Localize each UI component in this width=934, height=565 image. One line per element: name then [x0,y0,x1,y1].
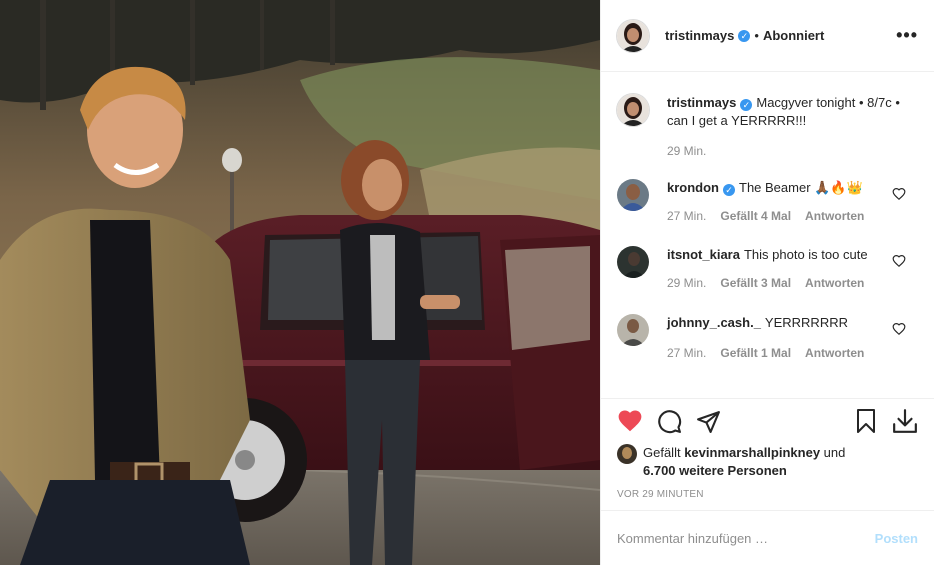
comment-content: The Beamer 🙏🏾🔥👑 [739,180,863,195]
comment-username[interactable]: itsnot_kiara [667,247,740,262]
author-username[interactable]: tristinmays [665,28,734,43]
comment-text: krondon ✓ The Beamer 🙏🏾🔥👑 [667,179,888,197]
comment-meta: 29 Min. Gefällt 3 Mal Antworten [667,276,888,290]
avatar-image [617,444,637,464]
action-icons [617,399,918,443]
likes-others-link[interactable]: 6.700 weitere Personen [643,463,787,478]
comment-likes-link[interactable]: Gefällt 1 Mal [720,346,791,360]
avatar-image [617,19,649,52]
comment-meta: 27 Min. Gefällt 4 Mal Antworten [667,209,888,223]
comment-bubble-icon[interactable] [657,409,682,434]
add-comment-bar: Posten [601,510,934,565]
liker-username[interactable]: kevinmarshallpinkney [684,445,820,460]
instagram-post-view: tristinmays ✓ • Abonniert ••• tristinmay… [0,0,934,565]
author-avatar[interactable] [617,19,649,52]
commenter-avatar[interactable] [617,314,649,346]
post-header: tristinmays ✓ • Abonniert ••• [601,0,934,72]
avatar-image [617,314,649,346]
caption-time: 29 Min. [667,144,707,158]
comment-like-heart-icon[interactable] [892,254,906,268]
avatar-image [617,94,649,126]
likes-joiner: und [823,445,846,460]
comment-input[interactable] [617,530,875,546]
caption-body: tristinmays ✓ Macgyver tonight • 8/7c • ca… [667,94,918,158]
likes-prefix: Gefällt [643,445,681,460]
comment-meta: 27 Min. Gefällt 1 Mal Antworten [667,346,888,360]
comment-like-heart-icon[interactable] [892,187,906,201]
photo-illustration [0,0,600,565]
comment-body: johnny_.cash._ YERRRRRRR 27 Min. Gefällt … [667,314,918,360]
download-icon[interactable] [892,408,918,434]
verified-badge-icon: ✓ [738,29,751,42]
caption-meta: 29 Min. [667,144,918,158]
like-heart-filled-icon[interactable] [617,408,643,434]
comment-like-heart-icon[interactable] [892,322,906,336]
comment-time: 29 Min. [667,276,707,290]
avatar-image [617,179,649,211]
follow-status-button[interactable]: Abonniert [763,28,824,43]
caption-author-avatar[interactable] [617,94,649,126]
comment-text: itsnot_kiara This photo is too cute [667,246,888,264]
commenter-avatar[interactable] [617,246,649,278]
comment-text: johnny_.cash._ YERRRRRRR [667,314,888,332]
comment-username[interactable]: johnny_.cash._ [667,315,761,330]
posted-timestamp: VOR 29 MINUTEN [617,489,704,500]
post-photo[interactable] [0,0,600,565]
comment-likes-link[interactable]: Gefällt 3 Mal [720,276,791,290]
separator-dot: • [754,28,759,43]
comment-time: 27 Min. [667,346,707,360]
bookmark-save-icon[interactable] [854,408,878,434]
comment-body: krondon ✓ The Beamer 🙏🏾🔥👑 27 Min. Gefällt … [667,179,918,223]
comment-reply-button[interactable]: Antworten [805,276,864,290]
caption-username[interactable]: tristinmays [667,95,736,110]
caption-row: tristinmays ✓ Macgyver tonight • 8/7c • ca… [617,94,918,158]
comment-reply-button[interactable]: Antworten [805,209,864,223]
comments-list[interactable]: tristinmays ✓ Macgyver tonight • 8/7c • ca… [601,72,934,398]
comment-time: 27 Min. [667,209,707,223]
comment-content: This photo is too cute [743,247,868,262]
comment-content: YERRRRRRR [764,315,848,330]
comment-likes-link[interactable]: Gefällt 4 Mal [720,209,791,223]
comment-body: itsnot_kiara This photo is too cute 29 Mi… [667,246,918,290]
paper-plane-share-icon[interactable] [696,409,721,434]
avatar-image [617,246,649,278]
post-comment-button[interactable]: Posten [875,531,918,546]
verified-badge-icon: ✓ [740,99,753,111]
more-options-icon[interactable]: ••• [896,25,918,46]
comment-reply-button[interactable]: Antworten [805,346,864,360]
post-side-panel: tristinmays ✓ • Abonniert ••• tristinmay… [600,0,934,565]
verified-badge-icon: ✓ [723,184,735,196]
comment-username[interactable]: krondon [667,180,719,195]
liker-avatar[interactable] [617,444,637,464]
caption-text: tristinmays ✓ Macgyver tonight • 8/7c • ca… [667,94,918,130]
comment-row: krondon ✓ The Beamer 🙏🏾🔥👑 27 Min. Gefällt … [617,179,918,223]
commenter-avatar[interactable] [617,179,649,211]
likes-text: Gefällt kevinmarshallpinkney und 6.700 w… [643,444,845,480]
likes-summary: Gefällt kevinmarshallpinkney und 6.700 w… [617,444,918,480]
post-actions: Gefällt kevinmarshallpinkney und 6.700 w… [601,398,934,510]
comment-row: itsnot_kiara This photo is too cute 29 Mi… [617,246,918,290]
comment-row: johnny_.cash._ YERRRRRRR 27 Min. Gefällt … [617,314,918,360]
